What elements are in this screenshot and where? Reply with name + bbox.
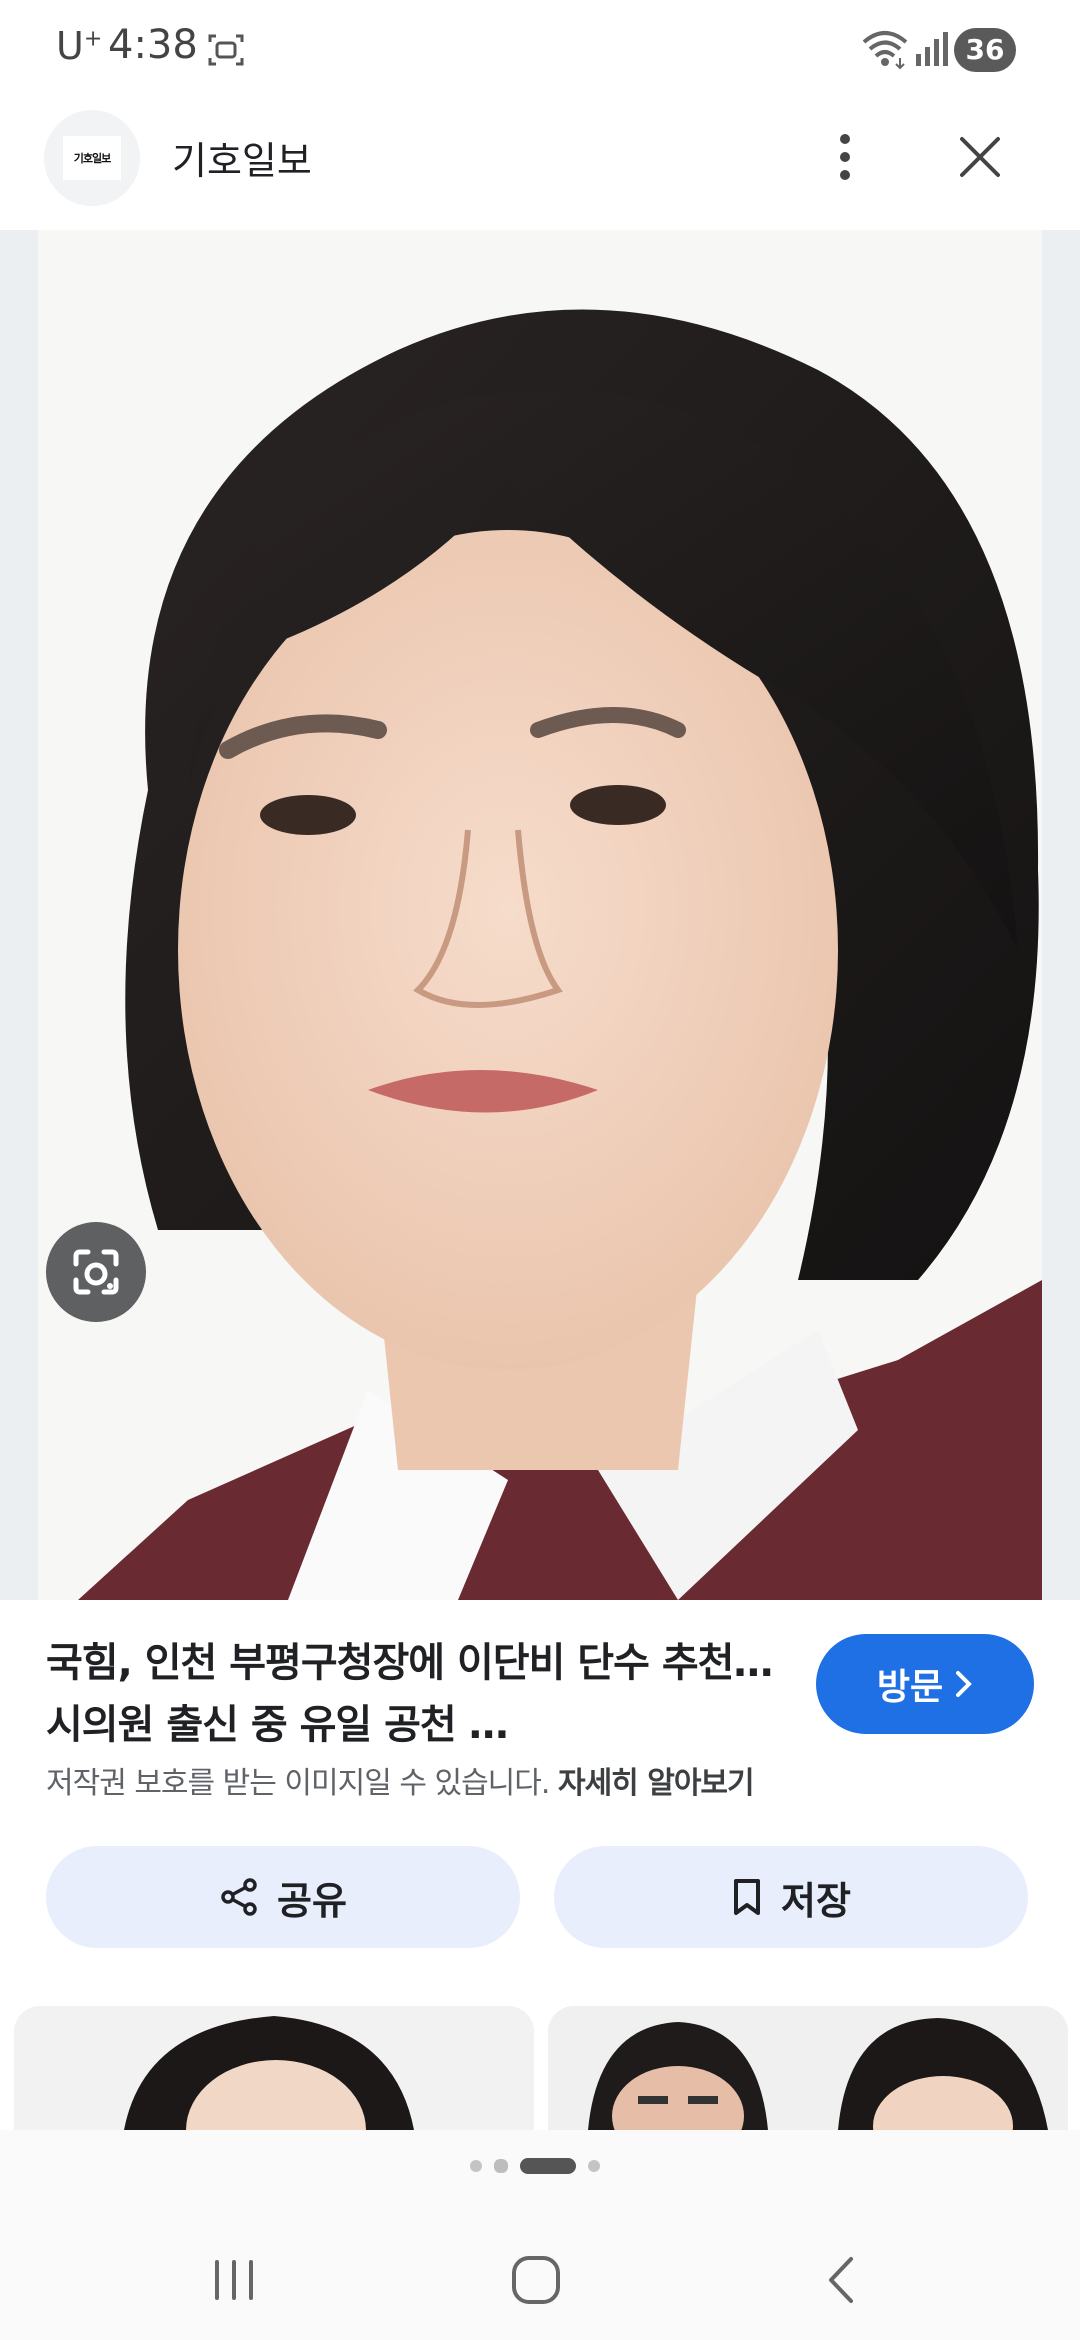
wifi-icon	[862, 31, 908, 70]
status-bar: U+ 4:38 36	[0, 0, 1080, 100]
visit-button[interactable]: 방문	[816, 1634, 1034, 1734]
image-viewer-header: 기호일보 기호일보	[0, 100, 1080, 230]
pager-dot	[494, 2159, 508, 2173]
share-label: 공유	[277, 1878, 347, 1923]
pager-dot-active	[520, 2158, 576, 2174]
save-button[interactable]: 저장	[554, 1846, 1028, 1948]
main-image[interactable]	[38, 230, 1042, 1600]
image-frame	[0, 230, 1080, 1600]
copyright-notice: 저작권 보호를 받는 이미지일 수 있습니다. 자세히 알아보기	[46, 1758, 755, 1802]
bookmark-icon	[734, 1879, 761, 1915]
pager-dot	[470, 2160, 482, 2172]
share-icon	[221, 1878, 257, 1916]
battery-indicator: 36	[954, 28, 1016, 72]
recent-apps-icon	[215, 2260, 253, 2300]
system-navigation-bar	[0, 2220, 1080, 2340]
home-icon	[512, 2256, 560, 2304]
google-lens-icon	[73, 1249, 119, 1295]
close-icon	[960, 137, 1000, 177]
site-logo[interactable]: 기호일보	[44, 110, 140, 206]
related-thumbnail-2	[548, 2006, 1068, 2130]
site-name[interactable]: 기호일보	[172, 130, 312, 185]
page-indicator	[470, 2156, 600, 2176]
more-vertical-icon	[840, 134, 850, 180]
related-thumbnail-1	[14, 2006, 534, 2130]
visit-label: 방문	[876, 1667, 944, 1708]
share-button[interactable]: 공유	[46, 1846, 520, 1948]
learn-more-link[interactable]: 자세히 알아보기	[558, 1766, 755, 1801]
save-label: 저장	[781, 1878, 851, 1923]
result-title[interactable]: 국힘, 인천 부평구청장에 이단비 단수 추천…시의원 출신 중 유일 공천 …	[46, 1632, 806, 1756]
home-button[interactable]	[486, 2240, 586, 2320]
signal-icon	[916, 32, 948, 66]
google-lens-button[interactable]	[46, 1222, 146, 1322]
close-button[interactable]	[950, 122, 1010, 192]
site-logo-text: 기호일보	[63, 136, 121, 180]
pager-dot	[588, 2160, 600, 2172]
status-time: 4:38	[108, 22, 198, 68]
related-image-2[interactable]	[548, 2006, 1068, 2130]
portrait-illustration	[38, 230, 1042, 1600]
related-image-1[interactable]	[14, 2006, 534, 2130]
more-options-button[interactable]	[820, 122, 870, 192]
screenshot-icon	[208, 34, 244, 66]
back-icon	[829, 2257, 853, 2303]
recent-apps-button[interactable]	[184, 2240, 284, 2320]
copyright-text: 저작권 보호를 받는 이미지일 수 있습니다.	[46, 1766, 550, 1801]
carrier-label: U+	[56, 24, 103, 68]
chevron-right-icon	[956, 1671, 972, 1697]
back-button[interactable]	[790, 2240, 890, 2320]
